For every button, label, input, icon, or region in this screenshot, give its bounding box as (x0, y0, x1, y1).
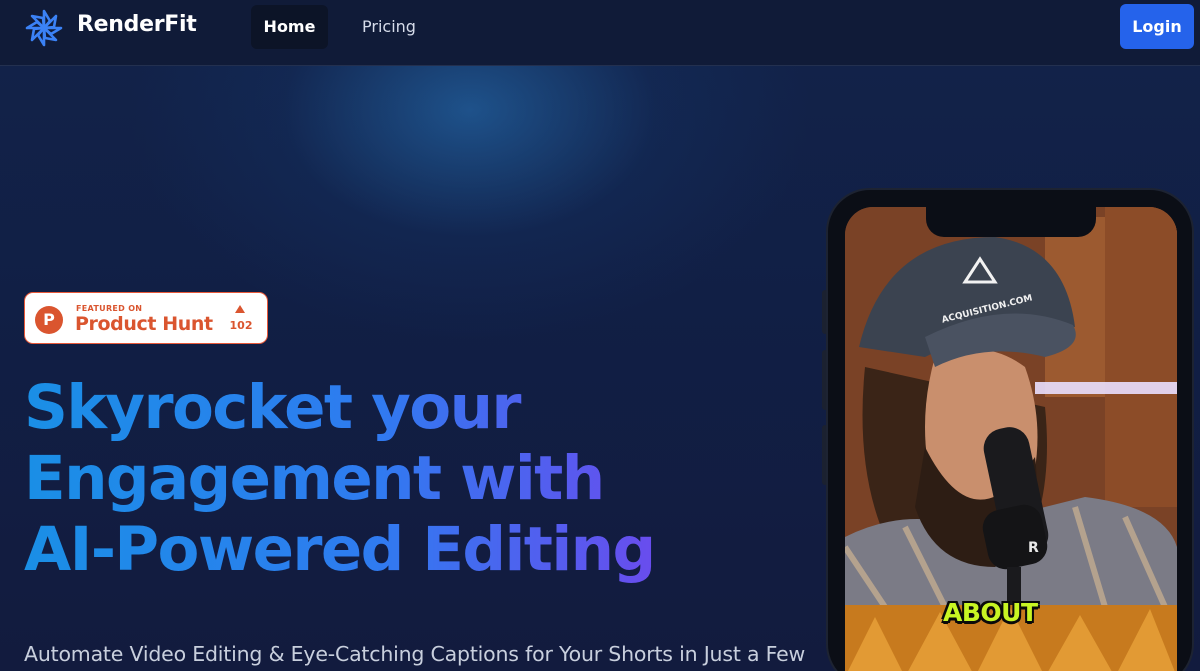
upvote-count: 102 (229, 319, 253, 332)
renderfit-logo-icon[interactable] (24, 8, 64, 48)
upvote-arrow-icon (235, 305, 245, 313)
nav-link-pricing[interactable]: Pricing (346, 5, 432, 49)
headline-line-1: Skyrocket your (24, 372, 520, 443)
video-caption-word: ABOUT (943, 598, 1038, 627)
nav-link-home[interactable]: Home (251, 5, 328, 49)
mic-logo-text: R (1028, 540, 1039, 556)
product-hunt-badge[interactable]: P FEATURED ON Product Hunt 102 (24, 292, 268, 344)
product-hunt-name: Product Hunt (75, 313, 213, 335)
login-button[interactable]: Login (1120, 4, 1194, 49)
brand-name[interactable]: RenderFit (77, 12, 197, 37)
hero-subtext: Automate Video Editing & Eye-Catching Ca… (24, 642, 806, 666)
product-hunt-logo-icon: P (35, 306, 63, 334)
product-hunt-featured-label: FEATURED ON (76, 304, 143, 313)
top-navbar: RenderFit Home Pricing Login (0, 0, 1200, 66)
headline-line-3: AI-Powered Editing (24, 514, 655, 585)
hero-headline: Skyrocket your Engagement with AI-Powere… (24, 372, 804, 585)
headline-line-2: Engagement with (24, 443, 604, 514)
phone-notch (926, 207, 1096, 237)
